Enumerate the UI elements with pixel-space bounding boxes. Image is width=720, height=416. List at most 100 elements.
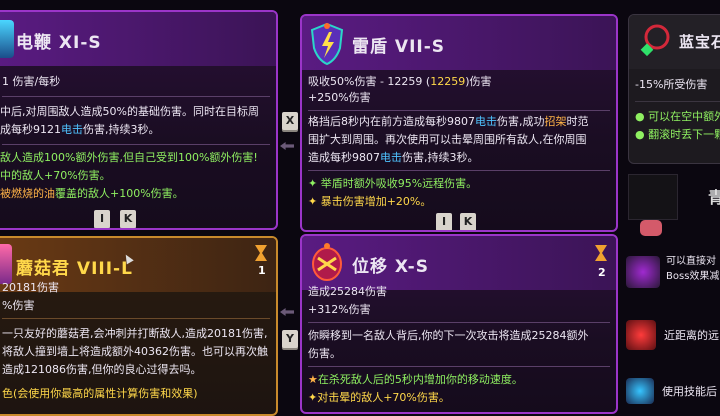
side-ability-row[interactable]: 使用技能后 (624, 376, 720, 404)
key-i: I (436, 213, 452, 230)
bullet-star-icon: ✦ (308, 391, 318, 404)
whip-title: 电鞭 XI-S (16, 33, 102, 53)
whip-skill-card[interactable]: 电鞭 XI-S 1 伤害/每秒 中后,对周围敌人造成50%的基础伤害。同时在目标… (0, 10, 278, 230)
side-ability-text: 近距离的远 (664, 329, 719, 342)
blink-title: 位移 X-S (352, 257, 429, 277)
sapphire-modifier-text: 翻滚时丢下一颗 (648, 128, 720, 141)
shield-desc-line1: 格挡后8秒内在前方造成每秒9807电击伤害,成功招架时范 (308, 114, 589, 129)
shield-stat-highlight: 12259 (430, 75, 466, 88)
blue-skill-icon (626, 378, 654, 404)
blink-skill-card[interactable]: 位移 X-S 2 造成25284伤害 +312%伤害 你瞬移到一名敌人背后,你的… (300, 234, 618, 414)
electric-keyword: 电击 (61, 123, 83, 136)
side-ability-row[interactable]: 近距离的远 (624, 318, 720, 354)
electric-keyword: 电击 (475, 115, 497, 128)
blink-desc-line1: 你瞬移到一名敌人背后,你的下一次攻击将造成25284额外 (308, 329, 589, 342)
hourglass-icon (254, 244, 268, 262)
side-letter: 青 (708, 188, 720, 207)
blink-stat: 造成25284伤害 (308, 285, 387, 298)
whip-desc-text: 伤害,持续3秒。 (83, 123, 160, 136)
blink-modifier-text: 在杀死敌人后的5秒内增加你的移动速度。 (317, 373, 523, 386)
thunder-shield-icon (308, 20, 346, 66)
blink-card-header: 位移 X-S 2 (302, 236, 616, 290)
side-ability-text: 使用技能后 (662, 385, 717, 398)
whip-modifier: 敌人造成100%额外伤害,但自己受到100%额外伤害! (0, 151, 258, 164)
electric-keyword: 电击 (380, 151, 402, 164)
sapphire-title: 蓝宝石 (679, 33, 720, 51)
sapphire-divider (635, 101, 720, 102)
sapphire-modifier: ● 翻滚时丢下一颗 (635, 127, 720, 142)
key-x: X (282, 112, 298, 130)
shield-desc-text: 伤害,持续3秒。 (402, 151, 479, 164)
shield-divider (308, 110, 610, 111)
whip-desc-line1: 中后,对周围敌人造成50%的基础伤害。同时在目标周 (0, 105, 259, 118)
bullet-star-icon: ✦ (308, 177, 318, 190)
key-k: K (460, 213, 476, 230)
charge-count: 2 (598, 266, 606, 279)
key-y: Y (282, 330, 298, 348)
shield-modifier: ✦ 举盾时额外吸收95%远程伤害。 (308, 176, 477, 191)
key-k: K (120, 210, 136, 228)
hourglass-icon (594, 244, 608, 262)
shield-desc-text: 伤害,成功 (497, 115, 545, 128)
blink-divider (308, 366, 610, 367)
whip-desc-line2: 成每秒9121电击伤害,持续3秒。 (0, 122, 160, 137)
sapphire-stat: -15%所受伤害 (635, 78, 708, 91)
blink-stat: +312%伤害 (308, 303, 371, 316)
blink-divider (308, 322, 610, 323)
shield-desc-text: 造成每秒9807 (308, 151, 380, 164)
whip-card-header: 电鞭 XI-S (0, 12, 276, 66)
side-item-slot[interactable] (628, 174, 678, 220)
arrow-icon (280, 142, 294, 150)
red-target-icon (626, 320, 656, 350)
mushroom-stat: 20181伤害 (2, 281, 59, 294)
shield-card-header: 雷盾 VII-S (302, 16, 616, 70)
sapphire-modifier-text: 可以在空中额外 (648, 110, 720, 123)
shield-stat-damage: +250%伤害 (308, 91, 371, 104)
shield-title: 雷盾 VII-S (352, 37, 446, 57)
mushroom-stat: %伤害 (2, 299, 35, 312)
side-ability-text: 可以直接对 (666, 256, 716, 267)
whip-desc-text: 成每秒9121 (0, 123, 61, 136)
blink-desc-line2: 伤害。 (308, 347, 341, 360)
side-ability-text: Boss效果减 (666, 271, 720, 282)
mushroom-desc-line2: 将敌人撞到墙上将造成额外40362伤害。也可以再次触 (2, 345, 268, 358)
sapphire-card-header: 蓝宝石 (629, 15, 720, 69)
bullet-star-icon: ✦ (308, 195, 318, 208)
arrow-icon (280, 308, 294, 316)
pig-icon (640, 220, 662, 236)
mushroom-modifier: 色(会使用你最高的属性计算伤害和效果) (2, 387, 198, 400)
shield-stat-text: 吸收50%伤害 - 12259 ( (308, 75, 431, 88)
mushroom-skill-card[interactable]: 蘑菇君 VIII-L 1 20181伤害 %伤害 一只友好的蘑菇君,会冲刺并打断… (0, 236, 278, 416)
blink-portal-icon (308, 240, 346, 284)
whip-modifier-text: 覆盖的敌人+100%伤害。 (55, 187, 184, 200)
key-i: I (94, 210, 110, 228)
shield-desc-text: 格挡后8秒内在前方造成每秒9807 (308, 115, 475, 128)
shield-skill-card[interactable]: 雷盾 VII-S 吸收50%伤害 - 12259 (12259)伤害 +250%… (300, 14, 618, 232)
whip-modifier: 中的敌人+70%伤害。 (0, 169, 111, 182)
shield-stat-absorb: 吸收50%伤害 - 12259 (12259)伤害 (308, 74, 492, 89)
mushroom-desc-line3: 造成121086伤害,但你的良心过得去吗。 (2, 363, 202, 376)
charge-count: 1 (258, 264, 266, 277)
whip-divider (2, 96, 270, 97)
shield-desc-line3: 造成每秒9807电击伤害,持续3秒。 (308, 150, 479, 165)
shield-modifier-text: 举盾时额外吸收95%远程伤害。 (320, 177, 478, 190)
shield-stat-text: )伤害 (465, 75, 492, 88)
shield-modifier-text: 暴击伤害增加+20%。 (320, 195, 432, 208)
side-ability-row[interactable]: 可以直接对 Boss效果减 (624, 252, 720, 292)
blink-modifier: ★在杀死敌人后的5秒内增加你的移动速度。 (308, 372, 523, 387)
whip-divider (2, 144, 270, 145)
whip-stat: 1 伤害/每秒 (2, 75, 61, 88)
mushroom-desc-line1: 一只友好的蘑菇君,会冲刺并打断敌人,造成20181伤害, (2, 327, 268, 340)
sapphire-amulet-icon (635, 21, 673, 61)
skull-crystal-icon (626, 256, 660, 288)
shield-desc-text: 时范 (566, 115, 589, 128)
blink-modifier-text: 对击晕的敌人+70%伤害。 (317, 391, 450, 404)
mushroom-divider (2, 318, 270, 319)
shield-divider (308, 170, 610, 171)
mushroom-title: 蘑菇君 VIII-L (16, 259, 133, 279)
bullet-star-icon: ★ (308, 373, 318, 386)
blink-modifier: ✦对击晕的敌人+70%伤害。 (308, 390, 450, 405)
sapphire-item-card[interactable]: 蓝宝石 -15%所受伤害 ● 可以在空中额外 ● 翻滚时丢下一颗 (628, 14, 720, 164)
shield-modifier: ✦ 暴击伤害增加+20%。 (308, 194, 431, 209)
burning-oil-keyword: 被燃烧的油 (0, 187, 55, 200)
